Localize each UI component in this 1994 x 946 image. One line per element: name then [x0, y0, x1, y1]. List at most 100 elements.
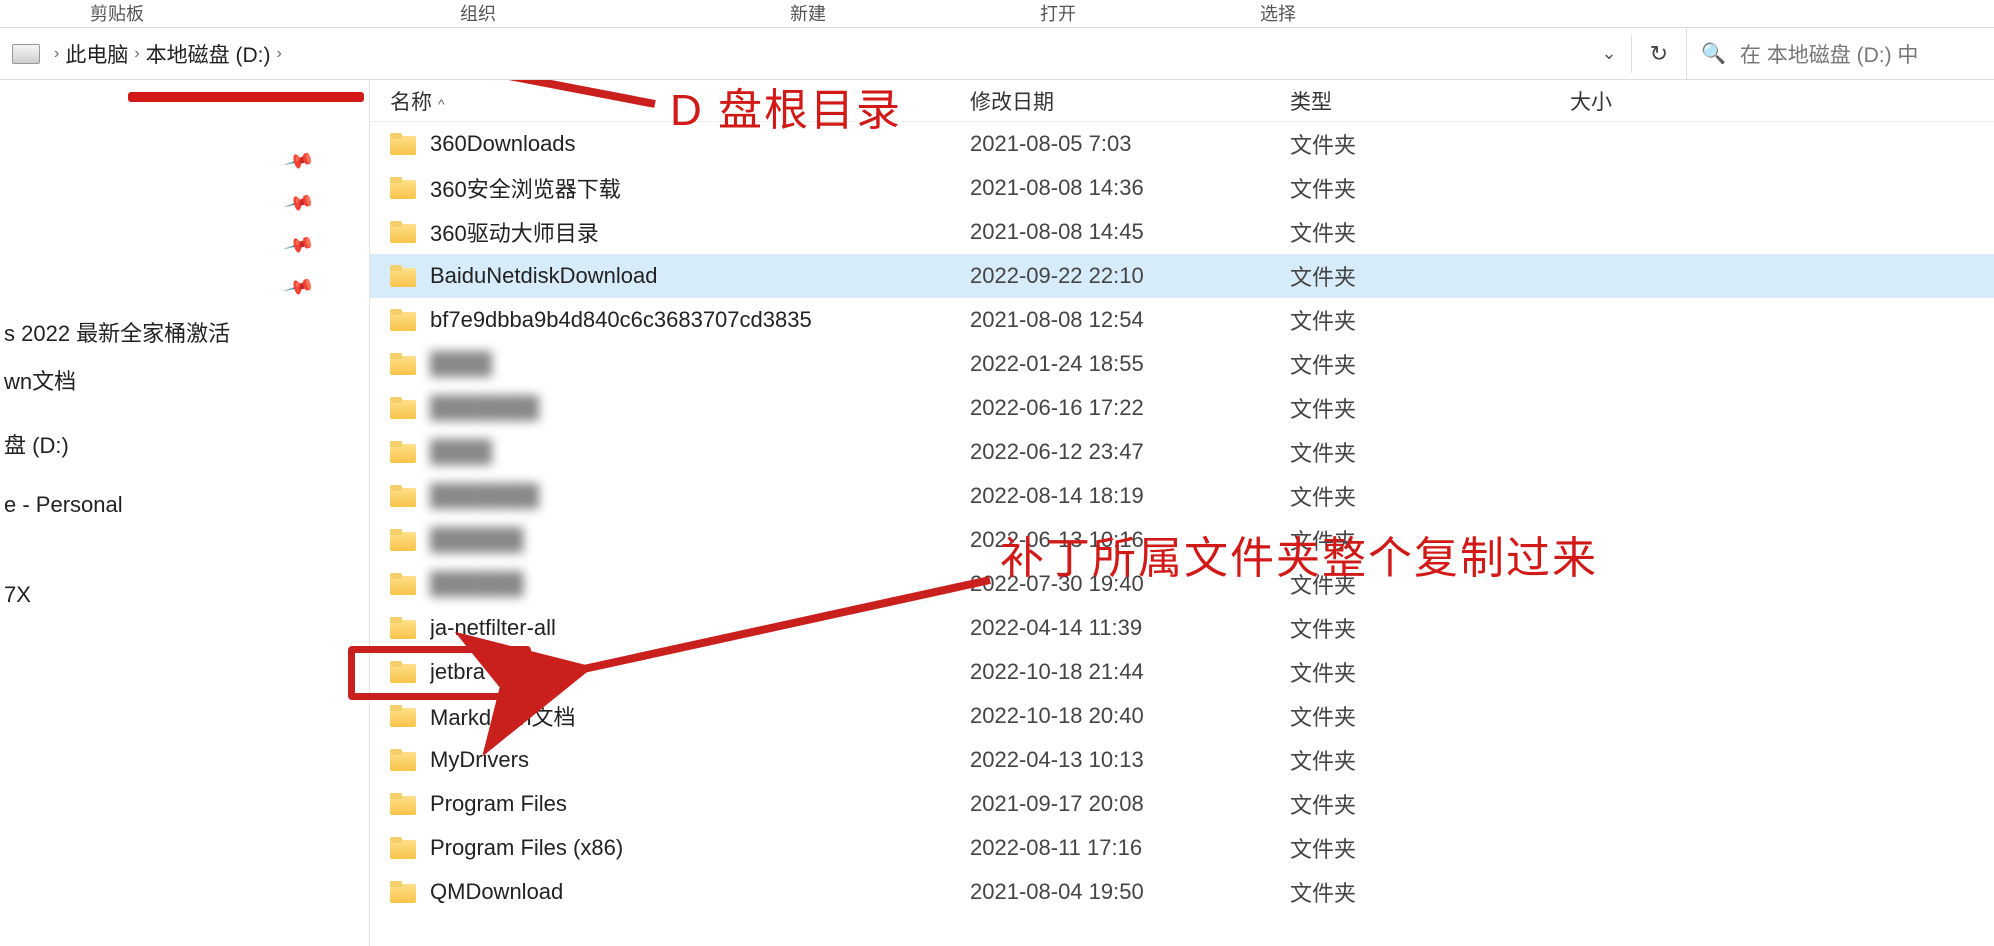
- folder-icon: [390, 221, 416, 243]
- table-row[interactable]: QMDownload2021-08-04 19:50文件夹: [370, 870, 1994, 914]
- folder-icon: [390, 309, 416, 331]
- file-list[interactable]: 名称^ 修改日期 类型 大小 360Downloads2021-08-05 7:…: [370, 80, 1994, 946]
- chevron-right-icon[interactable]: ›: [276, 45, 281, 63]
- cell-date: 2021-08-04 19:50: [970, 879, 1290, 905]
- table-row[interactable]: Program Files (x86)2022-08-11 17:16文件夹: [370, 826, 1994, 870]
- file-name: 360驱动大师目录: [430, 216, 599, 248]
- cell-type: 文件夹: [1290, 304, 1570, 336]
- table-row[interactable]: BaiduNetdiskDownload2022-09-22 22:10文件夹: [370, 254, 1994, 298]
- table-row[interactable]: jetbra2022-10-18 21:44文件夹: [370, 650, 1994, 694]
- nav-item[interactable]: wn文档: [0, 356, 369, 404]
- quick-access-item[interactable]: 📌: [0, 140, 340, 182]
- nav-item[interactable]: [0, 468, 369, 484]
- search-icon: 🔍: [1701, 41, 1726, 66]
- ribbon-group-clipboard: 剪贴板: [90, 0, 144, 26]
- folder-icon: [390, 133, 416, 155]
- table-row[interactable]: ███████2022-08-14 18:19文件夹: [370, 474, 1994, 518]
- quick-access-item[interactable]: 📌: [0, 182, 340, 224]
- search-placeholder: 在 本地磁盘 (D:) 中: [1740, 39, 1919, 69]
- file-name: 360安全浏览器下载: [430, 172, 621, 204]
- nav-item[interactable]: [0, 404, 369, 420]
- file-name: ███████: [430, 395, 539, 421]
- refresh-button[interactable]: ↻: [1631, 35, 1686, 73]
- folder-icon: [390, 881, 416, 903]
- cell-name: MyDrivers: [390, 747, 970, 773]
- folder-icon: [390, 573, 416, 595]
- column-headers[interactable]: 名称^ 修改日期 类型 大小: [370, 80, 1994, 122]
- cell-date: 2021-08-08 12:54: [970, 307, 1290, 333]
- cell-date: 2022-09-22 22:10: [970, 263, 1290, 289]
- nav-item-personal[interactable]: e - Personal: [0, 484, 369, 526]
- nav-item[interactable]: [0, 558, 369, 574]
- cell-type: 文件夹: [1290, 744, 1570, 776]
- search-input[interactable]: 🔍 在 本地磁盘 (D:) 中: [1686, 28, 1986, 79]
- column-type[interactable]: 类型: [1290, 86, 1570, 116]
- cell-date: 2022-10-18 21:44: [970, 659, 1290, 685]
- file-name: ████: [430, 439, 492, 465]
- navigation-pane[interactable]: 📌 📌 📌 📌 s 2022 最新全家桶激活 wn文档 盘 (D:) e - P…: [0, 80, 370, 946]
- cell-type: 文件夹: [1290, 612, 1570, 644]
- folder-icon: [390, 705, 416, 727]
- table-row[interactable]: bf7e9dbba9b4d840c6c3683707cd38352021-08-…: [370, 298, 1994, 342]
- table-row[interactable]: Program Files 2021-09-17 20:08文件夹: [370, 782, 1994, 826]
- table-row[interactable]: ████2022-06-12 23:47文件夹: [370, 430, 1994, 474]
- nav-item-drive-d[interactable]: 盘 (D:): [0, 420, 369, 468]
- cell-name: ██████: [390, 527, 970, 553]
- table-row[interactable]: ████2022-01-24 18:55文件夹: [370, 342, 1994, 386]
- cell-name: jetbra: [390, 659, 970, 685]
- table-row[interactable]: 360安全浏览器下载2021-08-08 14:36文件夹: [370, 166, 1994, 210]
- nav-item[interactable]: [0, 526, 369, 542]
- cell-type: 文件夹: [1290, 172, 1570, 204]
- column-name[interactable]: 名称^: [390, 86, 970, 116]
- pin-icon: 📌: [283, 186, 317, 220]
- cell-type: 文件夹: [1290, 788, 1570, 820]
- file-name: ████: [430, 351, 492, 377]
- breadcrumb-this-pc[interactable]: 此电脑: [65, 39, 128, 69]
- address-history-dropdown[interactable]: ⌄: [1587, 37, 1630, 70]
- address-bar[interactable]: › 此电脑 › 本地磁盘 (D:) › ⌄ ↻ 🔍 在 本地磁盘 (D:) 中: [0, 28, 1994, 80]
- breadcrumb-drive-d[interactable]: 本地磁盘 (D:): [146, 39, 271, 69]
- cell-type: 文件夹: [1290, 524, 1570, 556]
- cell-name: BaiduNetdiskDownload: [390, 263, 970, 289]
- ribbon-group-select: 选择: [1260, 0, 1296, 26]
- cell-date: 2021-08-05 7:03: [970, 131, 1290, 157]
- cell-date: 2022-07-30 19:40: [970, 571, 1290, 597]
- file-name: Program Files: [430, 791, 567, 817]
- folder-icon: [390, 177, 416, 199]
- chevron-right-icon[interactable]: ›: [54, 45, 59, 63]
- table-row[interactable]: ███████2022-06-16 17:22文件夹: [370, 386, 1994, 430]
- quick-access-item[interactable]: 📌: [0, 266, 340, 308]
- folder-icon: [390, 397, 416, 419]
- file-name: QMDownload: [430, 879, 563, 905]
- column-size[interactable]: 大小: [1570, 86, 1994, 116]
- pin-icon: 📌: [283, 144, 317, 178]
- table-row[interactable]: 360驱动大师目录2021-08-08 14:45文件夹: [370, 210, 1994, 254]
- table-row[interactable]: 360Downloads2021-08-05 7:03文件夹: [370, 122, 1994, 166]
- cell-name: Program Files: [390, 791, 970, 817]
- cell-name: 360驱动大师目录: [390, 216, 970, 248]
- file-name: jetbra: [430, 659, 485, 685]
- file-name: MyDrivers: [430, 747, 529, 773]
- cell-date: 2021-08-08 14:45: [970, 219, 1290, 245]
- folder-icon: [390, 265, 416, 287]
- table-row[interactable]: ██████2022-07-30 19:40文件夹: [370, 562, 1994, 606]
- file-name: BaiduNetdiskDownload: [430, 263, 657, 289]
- column-date[interactable]: 修改日期: [970, 86, 1290, 116]
- table-row[interactable]: ██████2022-06-13 10:16文件夹: [370, 518, 1994, 562]
- ribbon-group-labels: 剪贴板 组织 新建 打开 选择: [0, 0, 1994, 28]
- cell-date: 2021-09-17 20:08: [970, 791, 1290, 817]
- nav-item[interactable]: [0, 542, 369, 558]
- cell-name: Markdown文档: [390, 700, 970, 732]
- quick-access-item[interactable]: 📌: [0, 224, 340, 266]
- cell-name: ja-netfilter-all: [390, 615, 970, 641]
- table-row[interactable]: ja-netfilter-all2022-04-14 11:39文件夹: [370, 606, 1994, 650]
- nav-item-7x[interactable]: 7X: [0, 574, 369, 616]
- table-row[interactable]: MyDrivers 2022-04-13 10:13文件夹: [370, 738, 1994, 782]
- table-row[interactable]: Markdown文档2022-10-18 20:40文件夹: [370, 694, 1994, 738]
- chevron-right-icon[interactable]: ›: [134, 45, 139, 63]
- cell-name: 360安全浏览器下载: [390, 172, 970, 204]
- cell-name: ████: [390, 351, 970, 377]
- cell-date: 2022-04-13 10:13: [970, 747, 1290, 773]
- cell-type: 文件夹: [1290, 128, 1570, 160]
- nav-item[interactable]: s 2022 最新全家桶激活: [0, 308, 369, 356]
